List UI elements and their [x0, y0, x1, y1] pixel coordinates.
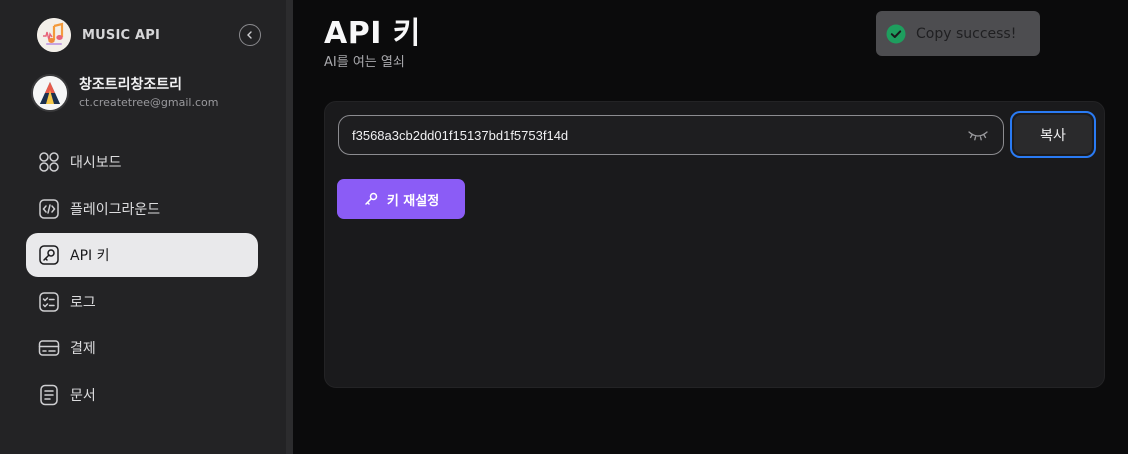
card-icon: [38, 337, 60, 359]
collapse-sidebar-button[interactable]: [239, 24, 261, 46]
reset-key-label: 키 재설정: [386, 193, 440, 209]
brand-name: MUSIC API: [82, 27, 160, 43]
toast-message: Copy success!: [916, 25, 1017, 42]
eye-closed-icon[interactable]: [967, 126, 989, 144]
sidebar-item-label: 대시보드: [70, 155, 122, 171]
page-title: API 키: [324, 16, 421, 51]
music-note-logo-icon: [37, 18, 71, 52]
sidebar-item-logs[interactable]: 로그: [26, 280, 258, 324]
chevron-left-icon: [247, 31, 252, 39]
api-key-card: f3568a3cb2dd01f15137bd1f5753f14d 복사 키 재설…: [324, 101, 1105, 388]
copy-button-label: 복사: [1040, 127, 1066, 144]
sidebar-item-api-key[interactable]: API 키: [26, 233, 258, 277]
api-key-field[interactable]: f3568a3cb2dd01f15137bd1f5753f14d: [338, 115, 1004, 155]
key-icon: [38, 244, 60, 266]
sidebar-item-label: 로그: [70, 294, 96, 311]
sidebar-item-docs[interactable]: 문서: [26, 373, 258, 417]
sidebar-nav: 대시보드 플레이그라운드 API 키 로그 결제 문서: [26, 140, 258, 419]
checklist-icon: [38, 291, 60, 313]
dashboard-grid-icon: [38, 151, 60, 173]
key-icon: [365, 192, 378, 205]
copy-button[interactable]: 복사: [1010, 111, 1096, 158]
reset-key-button[interactable]: 키 재설정: [337, 179, 465, 219]
code-icon: [38, 198, 60, 220]
sidebar-item-label: API 키: [70, 248, 110, 264]
user-profile[interactable]: 창조트리창조트리 ct.createtree@gmail.com: [31, 74, 218, 112]
sidebar-divider: [286, 0, 293, 454]
copy-success-toast: Copy success!: [876, 11, 1040, 56]
check-circle-icon: [886, 24, 906, 43]
sidebar-item-label: 플레이그라운드: [70, 201, 161, 218]
sidebar: MUSIC API 창조트리창조트리 ct.createtree@gmail.c…: [0, 0, 286, 454]
profile-email: ct.createtree@gmail.com: [79, 96, 219, 109]
brand[interactable]: MUSIC API: [37, 18, 160, 52]
sidebar-item-label: 문서: [70, 387, 96, 404]
sidebar-item-label: 결제: [70, 341, 96, 357]
sidebar-item-playground[interactable]: 플레이그라운드: [26, 187, 258, 231]
page-subtitle: AI를 여는 열쇠: [324, 55, 405, 70]
sidebar-item-dashboard[interactable]: 대시보드: [26, 140, 258, 184]
document-icon: [38, 384, 60, 406]
sidebar-item-billing[interactable]: 결제: [26, 326, 258, 370]
profile-name: 창조트리창조트리: [79, 77, 183, 93]
avatar: [31, 74, 69, 112]
api-key-value[interactable]: f3568a3cb2dd01f15137bd1f5753f14d: [352, 128, 568, 143]
